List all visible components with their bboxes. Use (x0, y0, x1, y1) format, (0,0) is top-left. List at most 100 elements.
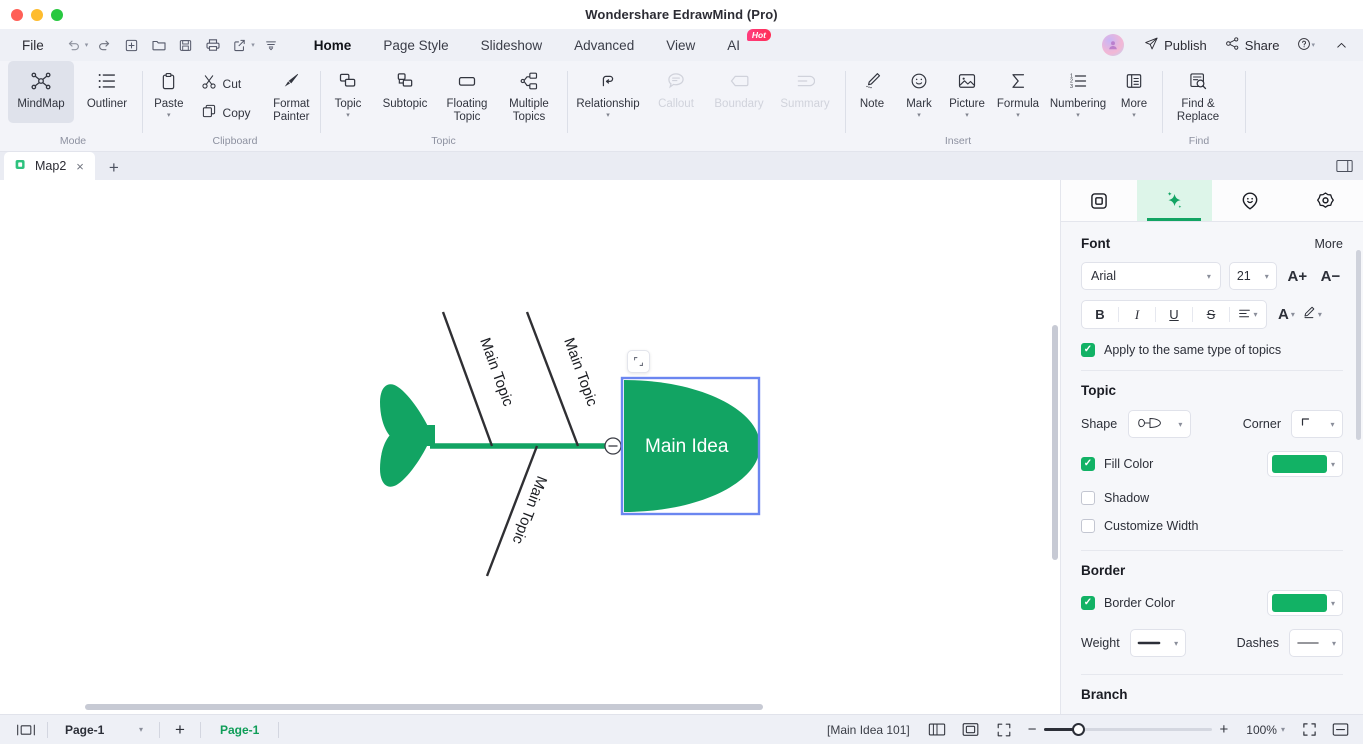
undo-icon[interactable] (61, 33, 86, 57)
save-icon[interactable] (173, 33, 198, 57)
formula-dropdown-icon[interactable]: ▾ (1016, 112, 1020, 120)
border-color-toggle[interactable]: Border Color (1081, 596, 1175, 610)
topic-dropdown-icon[interactable]: ▾ (346, 112, 350, 120)
close-icon[interactable]: × (74, 159, 86, 174)
subtopic-button[interactable]: Subtopic (374, 61, 436, 124)
underline-button[interactable]: U (1156, 301, 1192, 328)
paste-button[interactable]: Paste ▾ (146, 61, 192, 120)
topic-button[interactable]: Topic ▾ (322, 61, 374, 124)
dashes-select[interactable]: ▾ (1289, 629, 1343, 657)
fishbone-bone-1[interactable] (441, 311, 494, 447)
decrease-font-size-button[interactable]: A− (1318, 263, 1343, 289)
tab-home[interactable]: Home (298, 34, 368, 57)
share-button[interactable]: Share (1218, 33, 1287, 57)
highlight-color-button[interactable]: ▾ (1300, 302, 1324, 328)
apply-same-type-row[interactable]: Apply to the same type of topics (1081, 343, 1343, 357)
tab-advanced[interactable]: Advanced (558, 34, 650, 57)
export-share-icon[interactable] (227, 33, 252, 57)
toggle-right-panel-button[interactable] (1333, 156, 1355, 176)
fit-page-button[interactable] (954, 718, 987, 742)
multiple-topics-button[interactable]: Multiple Topics (498, 61, 560, 124)
fishbone-bone-2[interactable] (525, 311, 580, 447)
picture-dropdown-icon[interactable]: ▾ (965, 112, 969, 120)
canvas-horizontal-scrollbar[interactable] (85, 704, 763, 710)
undo-caret-icon[interactable]: ▾ (85, 41, 89, 49)
publish-button[interactable]: Publish (1137, 33, 1214, 57)
numbering-dropdown-icon[interactable]: ▾ (1076, 112, 1080, 120)
align-button[interactable]: ▾ (1230, 301, 1266, 328)
shadow-row[interactable]: Shadow (1081, 491, 1343, 505)
collapse-ribbon-button[interactable] (1328, 36, 1355, 55)
mode-mindmap-button[interactable]: MindMap (8, 61, 74, 123)
zoom-slider-knob[interactable] (1071, 723, 1085, 736)
expand-handle-button[interactable] (627, 350, 650, 373)
zoom-in-button[interactable]: + (1212, 718, 1237, 742)
customize-width-checkbox[interactable] (1081, 519, 1095, 533)
fill-color-checkbox[interactable] (1081, 457, 1095, 471)
copy-button[interactable]: Copy (195, 100, 257, 125)
panel-tab-theme[interactable] (1288, 180, 1363, 221)
relationship-button[interactable]: Relationship ▾ (570, 61, 646, 120)
zoom-level-select[interactable]: 100% ▾ (1236, 718, 1291, 742)
new-icon[interactable] (119, 33, 144, 57)
bold-button[interactable]: B (1082, 301, 1118, 328)
add-page-button[interactable]: + (161, 718, 199, 742)
apply-same-type-checkbox[interactable] (1081, 343, 1095, 357)
corner-select[interactable]: ▾ (1291, 410, 1343, 438)
print-icon[interactable] (200, 33, 225, 57)
formula-button[interactable]: Formula ▾ (992, 61, 1044, 120)
relationship-dropdown-icon[interactable]: ▾ (606, 112, 610, 120)
strikethrough-button[interactable]: S (1193, 301, 1229, 328)
border-color-checkbox[interactable] (1081, 596, 1095, 610)
redo-icon[interactable] (92, 33, 117, 57)
font-family-select[interactable]: Arial ▾ (1081, 262, 1221, 290)
picture-button[interactable]: Picture ▾ (942, 61, 992, 120)
fishbone-branch-label-2[interactable]: Main Topic (560, 336, 601, 409)
avatar[interactable] (1102, 34, 1125, 56)
more-dropdown-icon[interactable]: ▾ (1132, 112, 1136, 120)
numbering-button[interactable]: 123 Numbering ▾ (1044, 61, 1112, 120)
central-topic-label[interactable]: Main Idea (645, 436, 729, 457)
customize-qat-icon[interactable] (259, 33, 284, 57)
fit-to-screen-button[interactable] (1291, 718, 1328, 742)
format-painter-button[interactable]: Format Painter (263, 61, 320, 124)
file-menu-button[interactable]: File (0, 38, 57, 53)
document-tab-map2[interactable]: Map2 × (4, 152, 95, 180)
right-panel-scrollbar[interactable] (1356, 250, 1361, 440)
floating-topic-button[interactable]: Floating Topic (436, 61, 498, 124)
font-size-select[interactable]: 21 ▾ (1228, 262, 1277, 290)
collapse-panel-button[interactable] (1328, 718, 1363, 742)
shape-select[interactable]: ▾ (1128, 410, 1192, 438)
open-folder-icon[interactable] (146, 33, 171, 57)
fill-color-toggle[interactable]: Fill Color (1081, 457, 1153, 471)
tab-ai[interactable]: AI Hot (711, 28, 771, 57)
text-color-button[interactable]: A ▾ (1276, 302, 1297, 328)
tab-slideshow[interactable]: Slideshow (465, 34, 559, 57)
mark-dropdown-icon[interactable]: ▾ (917, 112, 921, 120)
paste-dropdown-icon[interactable]: ▾ (167, 112, 171, 120)
more-button[interactable]: More ▾ (1112, 61, 1156, 120)
font-more-link[interactable]: More (1315, 237, 1343, 251)
cut-button[interactable]: Cut (195, 71, 257, 96)
current-page-label[interactable]: Page-1 (202, 718, 277, 742)
panel-tab-style[interactable] (1061, 180, 1137, 221)
zoom-slider[interactable] (1043, 723, 1212, 736)
page-select[interactable]: Page-1 ▾ (58, 719, 150, 741)
fishbone-branch-label-3[interactable]: Main Topic (508, 474, 550, 547)
tab-page-style[interactable]: Page Style (367, 34, 464, 57)
increase-font-size-button[interactable]: A+ (1285, 263, 1310, 289)
customize-width-row[interactable]: Customize Width (1081, 519, 1343, 533)
canvas[interactable]: Main Topic Main Topic Main Topic Main Id… (0, 180, 1060, 714)
panel-tab-ai-format[interactable] (1136, 180, 1212, 221)
find-replace-button[interactable]: Find & Replace (1165, 61, 1231, 124)
split-view-button[interactable] (0, 718, 46, 742)
italic-button[interactable]: I (1119, 301, 1155, 328)
book-view-button[interactable] (920, 718, 954, 742)
mode-outliner-button[interactable]: Outliner (74, 61, 140, 123)
fill-color-select[interactable]: ▾ (1267, 451, 1343, 477)
border-color-select[interactable]: ▾ (1267, 590, 1343, 616)
mark-button[interactable]: Mark ▾ (896, 61, 942, 120)
export-caret-icon[interactable]: ▾ (251, 41, 255, 49)
new-tab-button[interactable]: + (95, 156, 133, 180)
weight-select[interactable]: ▾ (1129, 629, 1186, 657)
